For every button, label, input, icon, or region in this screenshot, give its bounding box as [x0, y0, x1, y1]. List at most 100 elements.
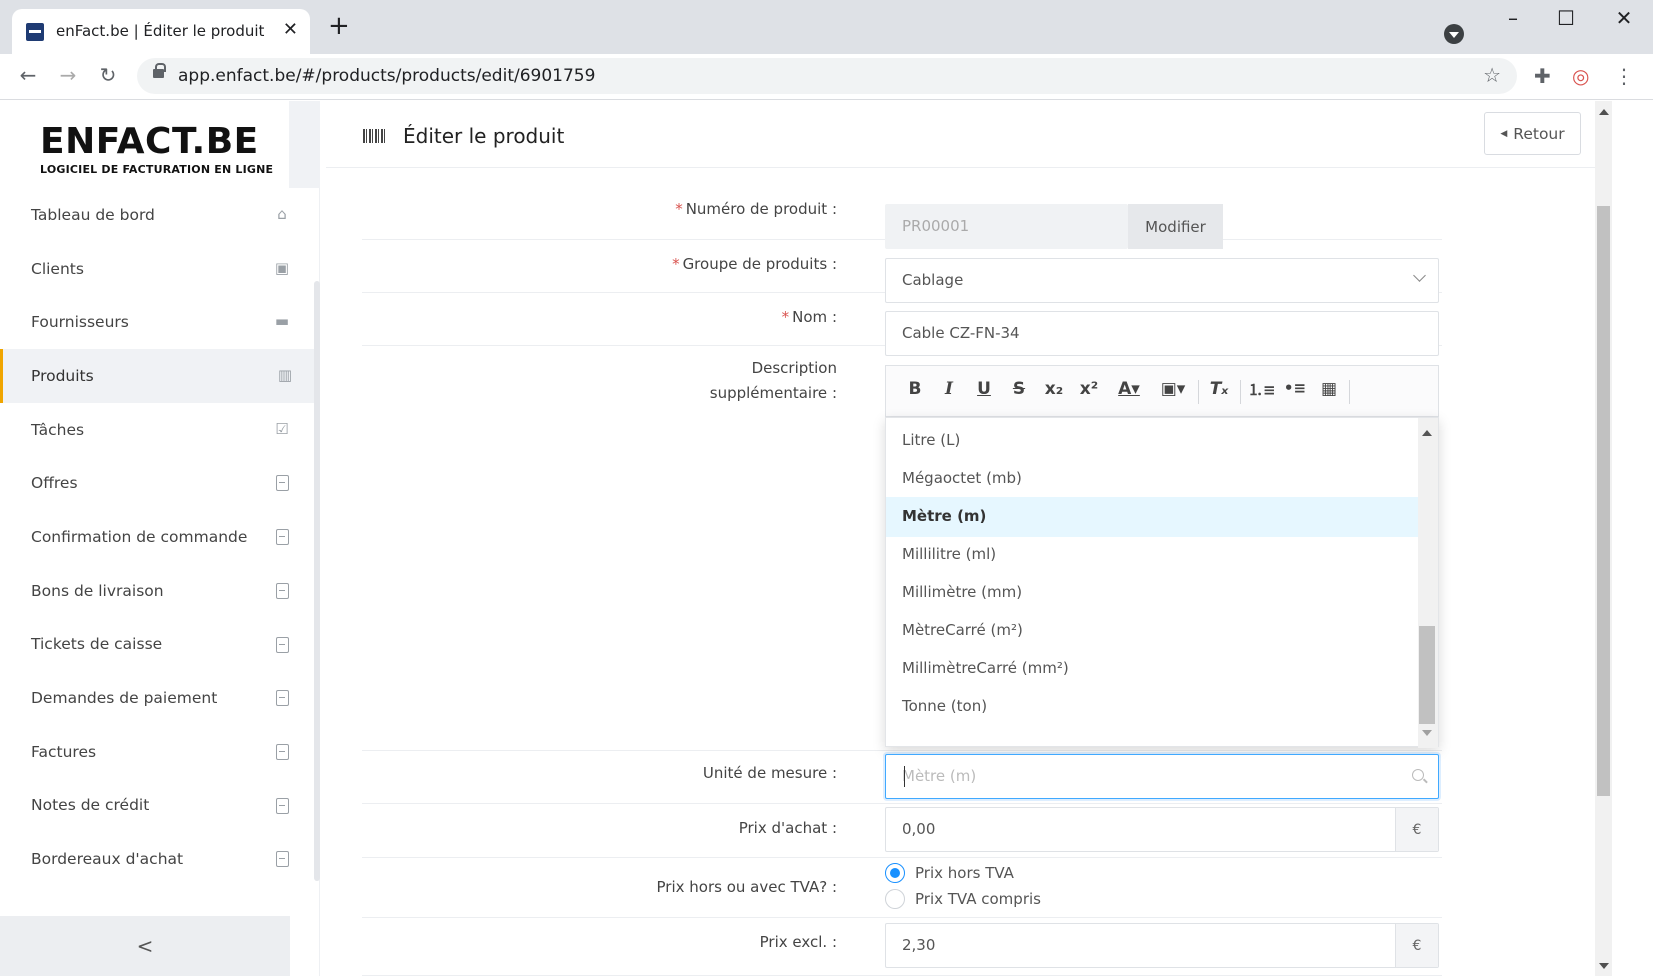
- unit-option-selected[interactable]: Mètre (m): [886, 497, 1418, 537]
- tab-search-icon[interactable]: [1444, 24, 1464, 44]
- sidebar-item-label: Fournisseurs: [31, 313, 129, 332]
- chevron-left-icon: <: [136, 934, 154, 958]
- checklist-icon: ☑: [275, 419, 289, 438]
- font-color-icon[interactable]: A▾: [1112, 379, 1146, 399]
- highlight-color-icon[interactable]: ▣▾: [1156, 379, 1190, 399]
- browser-menu-icon[interactable]: ⋮: [1614, 64, 1634, 88]
- sidebar-item-tickets-de-caisse[interactable]: Tickets de caisse: [0, 618, 314, 672]
- sidebar-item-confirmation-de-commande[interactable]: Confirmation de commande: [0, 510, 314, 564]
- label-text: Prix d'achat: [738, 819, 828, 837]
- logo-main: ENFACT.BE: [40, 121, 259, 162]
- dropdown-scrollbar[interactable]: [1418, 418, 1438, 748]
- truck-icon: ▬: [274, 312, 290, 331]
- unit-option[interactable]: Millilitre (ml): [886, 535, 1418, 575]
- sidebar-item-bordereaux-dachat[interactable]: Bordereaux d'achat: [0, 832, 314, 886]
- scroll-down-icon[interactable]: [1599, 963, 1609, 969]
- logo[interactable]: ENFACT.BE LOGICIEL DE FACTURATION EN LIG…: [40, 121, 273, 177]
- unit-option[interactable]: Tonne (ton): [886, 687, 1418, 727]
- clear-format-icon[interactable]: Tₓ: [1206, 379, 1232, 399]
- underline-icon[interactable]: U: [971, 379, 997, 399]
- toolbar-separator: [1240, 380, 1241, 404]
- unit-placeholder: Mètre (m): [902, 767, 977, 785]
- unit-option[interactable]: Millimètre (mm): [886, 573, 1418, 613]
- minimize-icon[interactable]: –: [1493, 6, 1533, 30]
- address-bar[interactable]: app.enfact.be/#/products/products/edit/6…: [137, 58, 1517, 94]
- label-text: Prix excl.: [759, 933, 828, 951]
- superscript-icon[interactable]: x²: [1076, 379, 1102, 399]
- dropdown-scroll-thumb[interactable]: [1419, 626, 1435, 724]
- extensions-icon[interactable]: ✚: [1534, 64, 1551, 88]
- toolbar-separator: [1349, 380, 1350, 404]
- description-label-line1: Description: [751, 359, 837, 377]
- required-marker: *: [781, 308, 790, 326]
- bold-icon[interactable]: B: [902, 379, 928, 399]
- price-excl-value: 2,30: [902, 936, 936, 954]
- currency-addon: €: [1395, 808, 1438, 851]
- radio-prix-tva-compris[interactable]: [885, 889, 905, 909]
- sidebar-item-tableau-de-bord[interactable]: Tableau de bord ⌂: [0, 188, 314, 242]
- unit-option[interactable]: Litre (L): [886, 421, 1418, 461]
- label-text: Groupe de produits: [682, 255, 828, 273]
- bullet-list-icon[interactable]: •≡: [1282, 379, 1308, 397]
- page-title: Éditer le produit: [403, 124, 565, 148]
- purchase-price-input[interactable]: 0,00 €: [885, 807, 1439, 852]
- unit-search-input[interactable]: Mètre (m): [885, 754, 1439, 799]
- sidebar-item-notes-de-credit[interactable]: Notes de crédit: [0, 779, 314, 833]
- unit-label: Unité de mesure :: [702, 764, 837, 782]
- unit-option[interactable]: Mégaoctet (mb): [886, 459, 1418, 499]
- page-scrollbar[interactable]: [1595, 101, 1612, 976]
- unit-option[interactable]: MètreCarré (m²): [886, 611, 1418, 651]
- sidebar-item-label: Offres: [31, 474, 78, 493]
- maximize-icon[interactable]: ☐: [1546, 6, 1586, 30]
- pdf-icon: [276, 851, 289, 868]
- subscript-icon[interactable]: x₂: [1041, 379, 1067, 399]
- ordered-list-icon[interactable]: ⒈≡: [1248, 379, 1276, 400]
- scroll-up-icon[interactable]: [1599, 109, 1609, 115]
- toolbar-separator: [1198, 380, 1199, 404]
- sidebar-item-label: Factures: [31, 742, 97, 761]
- window-close-icon[interactable]: ✕: [1604, 6, 1644, 30]
- sidebar-scrollbar[interactable]: [314, 281, 320, 881]
- forward-icon[interactable]: →: [54, 63, 82, 87]
- italic-icon[interactable]: I: [936, 379, 962, 399]
- sidebar-collapse-button[interactable]: <: [0, 916, 290, 976]
- strikethrough-icon[interactable]: S: [1006, 379, 1032, 399]
- back-icon[interactable]: ←: [14, 63, 42, 87]
- reload-icon[interactable]: ↻: [94, 63, 122, 87]
- unit-option[interactable]: MillimètreCarré (mm²): [886, 649, 1418, 689]
- close-tab-icon[interactable]: ✕: [283, 19, 298, 40]
- page-scroll-thumb[interactable]: [1597, 206, 1610, 796]
- sidebar-item-taches[interactable]: Tâches ☑: [0, 403, 314, 457]
- new-tab-icon[interactable]: +: [328, 13, 350, 39]
- sidebar-item-factures[interactable]: Factures: [0, 725, 314, 779]
- pdf-icon: [276, 636, 289, 653]
- sidebar-item-demandes-de-paiement[interactable]: Demandes de paiement: [0, 671, 314, 725]
- sidebar-item-offres[interactable]: Offres: [0, 456, 314, 510]
- price-excl-input[interactable]: 2,30 €: [885, 923, 1439, 968]
- radio-label-prix-tva-compris[interactable]: Prix TVA compris: [915, 890, 1041, 908]
- required-marker: *: [672, 255, 680, 273]
- radio-prix-hors-tva[interactable]: [885, 863, 905, 883]
- label-text: Prix hors ou avec TVA?: [656, 878, 828, 896]
- sidebar-item-clients[interactable]: Clients ▣: [0, 242, 314, 296]
- bookmark-star-icon[interactable]: ☆: [1483, 63, 1501, 87]
- barcode-icon: ▥: [277, 366, 293, 385]
- sidebar-item-label: Clients: [31, 259, 84, 278]
- sidebar-item-produits[interactable]: Produits ▥: [0, 349, 314, 403]
- browser-tab[interactable]: enFact.be | Éditer le produit ✕: [12, 9, 310, 54]
- sidebar-item-bons-de-livraison[interactable]: Bons de livraison: [0, 564, 314, 618]
- scroll-up-icon[interactable]: [1422, 430, 1432, 436]
- pdf-icon: [276, 743, 289, 760]
- sidebar-item-fournisseurs[interactable]: Fournisseurs ▬: [0, 295, 314, 349]
- home-icon: ⌂: [277, 205, 287, 223]
- scroll-down-icon[interactable]: [1422, 730, 1432, 736]
- radio-label-prix-hors-tva[interactable]: Prix hors TVA: [915, 864, 1014, 882]
- pdf-icon: [276, 582, 289, 599]
- table-icon[interactable]: ▦: [1316, 379, 1342, 399]
- pdf-icon: [276, 475, 289, 492]
- required-marker: *: [675, 200, 683, 218]
- product-group-label: * Groupe de produits :: [672, 255, 837, 273]
- main-content: Éditer le produit ◀ Retour * Numéro de pr…: [326, 101, 1595, 976]
- extension-rings-icon[interactable]: ◎: [1572, 64, 1589, 88]
- back-button[interactable]: ◀ Retour: [1484, 112, 1581, 155]
